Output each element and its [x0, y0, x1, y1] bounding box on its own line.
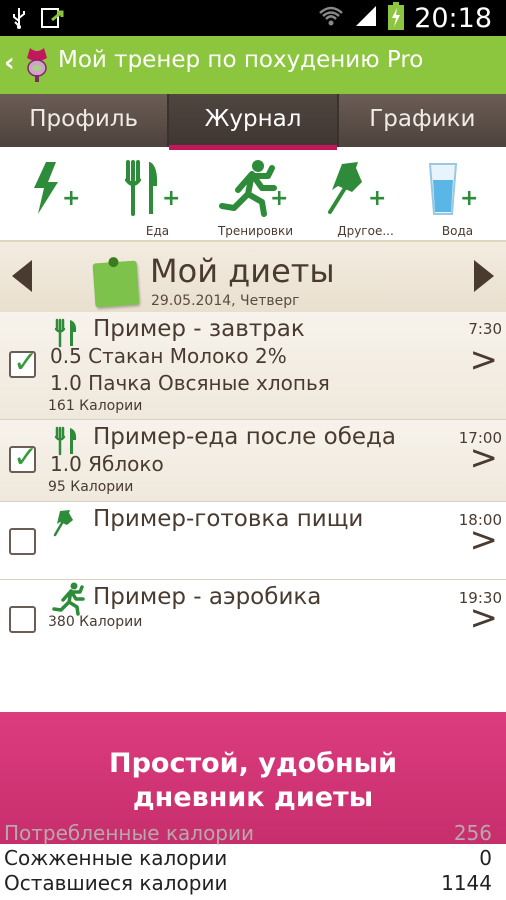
- action-bar: ‹ Мой тренер по похудению Pro: [0, 36, 506, 94]
- plus-icon: +: [460, 186, 479, 211]
- next-day-arrow-icon[interactable]: [474, 260, 494, 292]
- list-item[interactable]: Пример-еда после обеда 17:00 ✓ 1.0 Яблок…: [0, 420, 506, 502]
- add-quick-button[interactable]: +: [16, 158, 111, 238]
- promo-banner-line1: Простой, удобный: [108, 748, 398, 779]
- summary-value: 1144: [441, 871, 492, 895]
- list-item[interactable]: Пример-готовка пищи 18:00 >: [0, 502, 506, 580]
- entry-time: 7:30: [468, 320, 502, 338]
- entry-checkbox[interactable]: [9, 528, 36, 555]
- plus-icon: +: [162, 186, 181, 211]
- add-water-label: Вода: [441, 224, 474, 238]
- entry-calories: 380 Калории: [48, 614, 143, 630]
- entry-calories: 95 Калории: [48, 479, 134, 495]
- summary-label: Потребленные калории: [4, 821, 254, 845]
- date-header: Мой диеты 29.05.2014, Четверг: [0, 240, 506, 312]
- add-workout-label: Тренировки: [217, 224, 294, 238]
- summary-remaining-row: Оставшиеся калории 1144: [4, 871, 492, 895]
- tab-profile[interactable]: Профиль: [0, 94, 170, 147]
- entry-title: Пример-готовка пищи: [93, 506, 364, 532]
- pushpin-icon: [318, 158, 413, 218]
- signal-icon: [354, 4, 378, 32]
- chevron-right-icon[interactable]: >: [470, 598, 499, 638]
- diary-date: 29.05.2014, Четверг: [151, 293, 300, 309]
- add-other-button[interactable]: + Другое...: [318, 158, 413, 238]
- sync-icon: [40, 6, 66, 34]
- clock: 20:18: [414, 2, 492, 34]
- runner-icon: [208, 158, 303, 218]
- chevron-right-icon[interactable]: >: [470, 438, 499, 478]
- plus-icon: +: [368, 186, 387, 211]
- summary-burned-row: Сожженные калории 0: [4, 846, 492, 870]
- entry-calories: 161 Калории: [48, 398, 143, 414]
- entry-food-line: 1.0 Яблоко: [50, 452, 164, 476]
- summary-label: Оставшиеся калории: [4, 871, 228, 895]
- battery-charging-icon: [388, 2, 405, 34]
- summary-label: Сожженные калории: [4, 846, 228, 870]
- checkmark-icon: ✓: [13, 440, 39, 475]
- back-chevron-icon[interactable]: ‹: [4, 48, 15, 78]
- runner-icon: [52, 582, 88, 616]
- entry-food-line: 0.5 Стакан Молоко 2%: [50, 344, 287, 368]
- summary-value: 256: [453, 821, 492, 845]
- tab-journal[interactable]: Журнал: [169, 94, 339, 150]
- quick-add-toolbar: + + Еда + Тренировки + Другое... + Вода: [0, 150, 506, 242]
- entry-food-line: 1.0 Пачка Овсяные хлопья: [50, 371, 330, 395]
- add-workout-button[interactable]: + Тренировки: [208, 158, 303, 238]
- water-glass-icon: [410, 158, 505, 218]
- summary-value: 0: [479, 846, 492, 870]
- tab-charts[interactable]: Графики: [339, 94, 506, 147]
- summary-consumed-row: Потребленные калории 256: [4, 821, 492, 845]
- entry-checkbox[interactable]: ✓: [9, 345, 38, 380]
- add-food-button[interactable]: + Еда: [110, 158, 205, 238]
- chevron-right-icon[interactable]: >: [470, 340, 499, 380]
- diary-title: Мой диеты: [150, 252, 335, 290]
- pushpin-icon: [52, 508, 82, 538]
- list-item[interactable]: Пример - аэробика 19:30 380 Калории >: [0, 580, 506, 660]
- list-item[interactable]: Пример - завтрак 7:30 ✓ 0.5 Стакан Молок…: [0, 312, 506, 420]
- plus-icon: +: [62, 186, 81, 211]
- entry-checkbox[interactable]: [9, 606, 36, 633]
- entry-checkbox[interactable]: ✓: [9, 440, 38, 475]
- plus-icon: +: [270, 186, 289, 211]
- usb-icon: [8, 6, 30, 34]
- app-logo-icon[interactable]: [20, 44, 54, 84]
- entry-title: Пример - аэробика: [93, 584, 322, 610]
- promo-banner-line2: дневник диеты: [132, 782, 374, 813]
- wifi-icon: [318, 5, 344, 31]
- entry-title: Пример - завтрак: [93, 316, 305, 342]
- previous-day-arrow-icon[interactable]: [12, 260, 32, 292]
- entry-title: Пример-еда после обеда: [93, 424, 397, 450]
- status-bar: 20:18: [0, 0, 506, 36]
- checkmark-icon: ✓: [13, 345, 39, 380]
- fork-knife-icon: [110, 158, 205, 218]
- add-water-button[interactable]: + Вода: [410, 158, 505, 238]
- tab-bar: Профиль Журнал Графики: [0, 94, 506, 150]
- app-title: Мой тренер по похудению Pro: [58, 47, 424, 73]
- chevron-right-icon[interactable]: >: [470, 520, 499, 560]
- note-icon: [92, 260, 140, 308]
